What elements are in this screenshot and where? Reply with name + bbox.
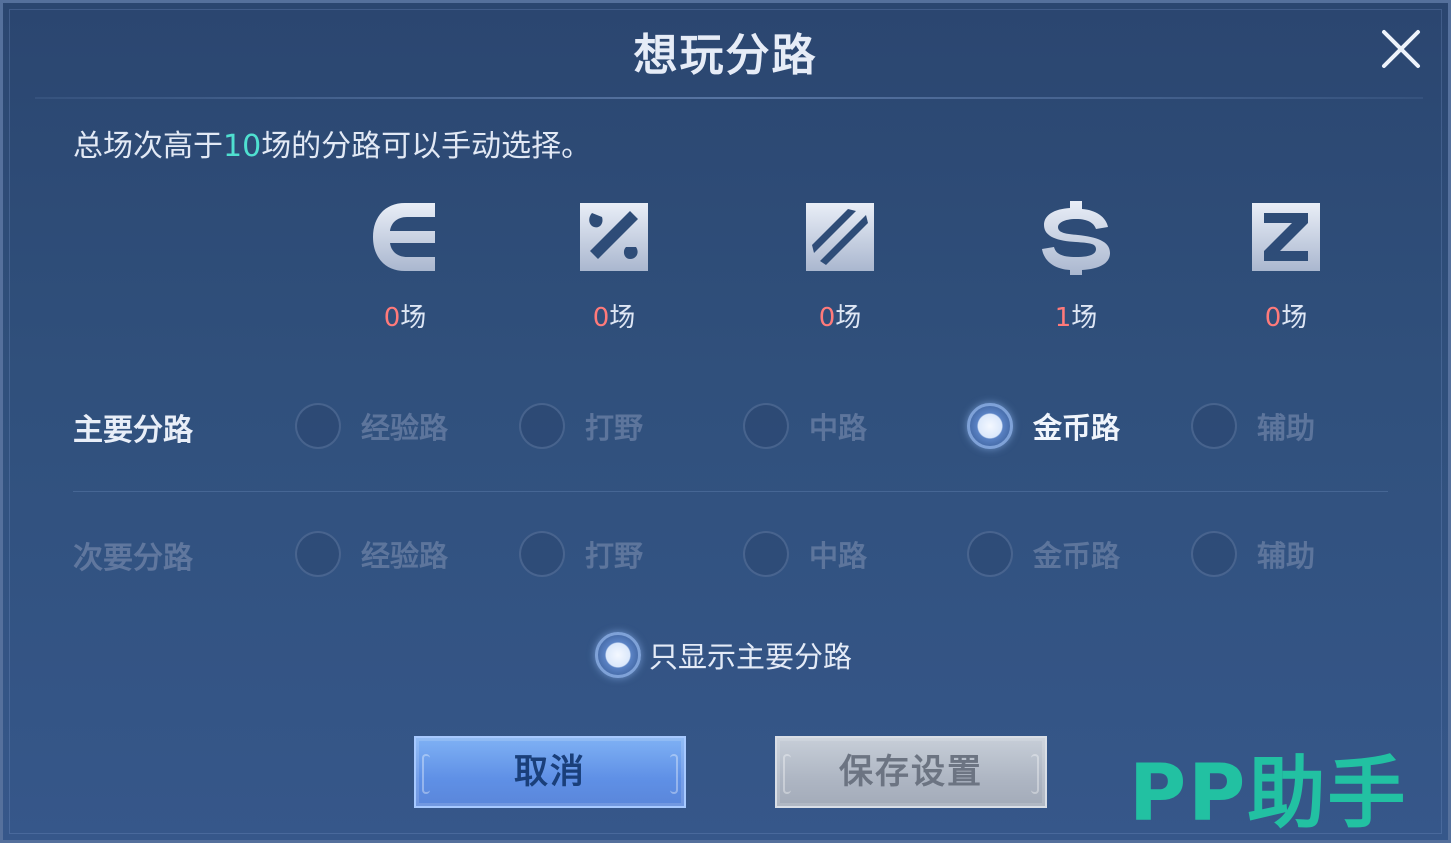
jungle-icon xyxy=(580,203,648,271)
secondary-option-farm[interactable]: 金币路 xyxy=(967,528,1120,580)
secondary-option-jungle[interactable]: 打野 xyxy=(519,528,643,580)
radio-button[interactable] xyxy=(1191,531,1237,577)
primary-option-jungle[interactable]: 打野 xyxy=(519,400,643,452)
radio-button[interactable] xyxy=(743,531,789,577)
support-icon xyxy=(1252,203,1320,271)
lane-count-number: 0 xyxy=(818,303,836,333)
secondary-option-clash[interactable]: 经验路 xyxy=(295,528,448,580)
option-label: 中路 xyxy=(809,411,868,445)
lane-count-support: 0场 xyxy=(1211,297,1361,334)
cancel-button[interactable]: 取消 xyxy=(414,736,686,808)
notice-highlight-number: 10 xyxy=(223,129,262,164)
primary-lane-label: 主要分路 xyxy=(73,413,193,448)
clash-lane-icon xyxy=(373,203,435,271)
radio-button[interactable] xyxy=(295,531,341,577)
primary-option-support[interactable]: 辅助 xyxy=(1191,400,1315,452)
option-label: 金币路 xyxy=(1033,411,1121,445)
lane-count-unit: 场 xyxy=(609,303,636,333)
radio-button[interactable] xyxy=(1191,403,1237,449)
radio-button[interactable] xyxy=(743,403,789,449)
lane-stat-support: 0场 xyxy=(1211,199,1361,334)
only-show-primary-toggle[interactable]: 只显示主要分路 xyxy=(595,629,852,681)
lane-count-mid: 0场 xyxy=(765,297,915,334)
lane-preference-dialog: 想玩分路 总场次高于10场的分路可以手动选择。 0场 0场 0场 1场 0场 主… xyxy=(0,0,1451,843)
primary-option-mid[interactable]: 中路 xyxy=(743,400,867,452)
primary-option-farm[interactable]: 金币路 xyxy=(967,400,1120,452)
lane-stat-farm: 1场 xyxy=(1001,199,1151,334)
lane-count-farm: 1场 xyxy=(1001,297,1151,334)
lane-stat-clash: 0场 xyxy=(330,199,480,334)
lane-count-number: 0 xyxy=(383,303,401,333)
option-label: 金币路 xyxy=(1033,539,1121,573)
only-show-primary-label: 只显示主要分路 xyxy=(649,640,853,674)
radio-button[interactable] xyxy=(295,403,341,449)
lane-count-clash: 0场 xyxy=(330,297,480,334)
notice-text: 总场次高于10场的分路可以手动选择。 xyxy=(73,121,591,165)
radio-button-selected[interactable] xyxy=(595,632,641,678)
secondary-lane-label: 次要分路 xyxy=(73,541,193,576)
notice-text-after: 场的分路可以手动选择。 xyxy=(261,129,592,164)
lane-count-jungle: 0场 xyxy=(539,297,689,334)
radio-button[interactable] xyxy=(519,531,565,577)
row-divider xyxy=(73,491,1388,492)
lane-stat-jungle: 0场 xyxy=(539,199,689,334)
close-icon[interactable] xyxy=(1379,27,1423,71)
watermark-logo: PP助手 xyxy=(1129,749,1408,839)
lane-count-number: 1 xyxy=(1054,303,1072,333)
farm-lane-icon xyxy=(1042,201,1110,275)
option-label: 经验路 xyxy=(361,411,449,445)
option-label: 打野 xyxy=(585,539,644,573)
dialog-title: 想玩分路 xyxy=(633,30,818,81)
radio-button[interactable] xyxy=(519,403,565,449)
lane-count-unit: 场 xyxy=(400,303,427,333)
save-settings-button[interactable]: 保存设置 xyxy=(775,736,1047,808)
lane-count-unit: 场 xyxy=(1281,303,1308,333)
radio-button-selected[interactable] xyxy=(967,403,1013,449)
secondary-option-support[interactable]: 辅助 xyxy=(1191,528,1315,580)
mid-lane-icon xyxy=(806,203,874,271)
lane-count-unit: 场 xyxy=(835,303,862,333)
lane-count-number: 0 xyxy=(1264,303,1282,333)
lane-count-unit: 场 xyxy=(1071,303,1098,333)
option-label: 经验路 xyxy=(361,539,449,573)
lane-stat-mid: 0场 xyxy=(765,199,915,334)
option-label: 辅助 xyxy=(1257,539,1316,573)
notice-text-before: 总场次高于 xyxy=(73,129,223,164)
option-label: 中路 xyxy=(809,539,868,573)
primary-option-clash[interactable]: 经验路 xyxy=(295,400,448,452)
option-label: 辅助 xyxy=(1257,411,1316,445)
option-label: 打野 xyxy=(585,411,644,445)
title-divider xyxy=(35,97,1423,99)
radio-button[interactable] xyxy=(967,531,1013,577)
secondary-option-mid[interactable]: 中路 xyxy=(743,528,867,580)
lane-count-number: 0 xyxy=(592,303,610,333)
